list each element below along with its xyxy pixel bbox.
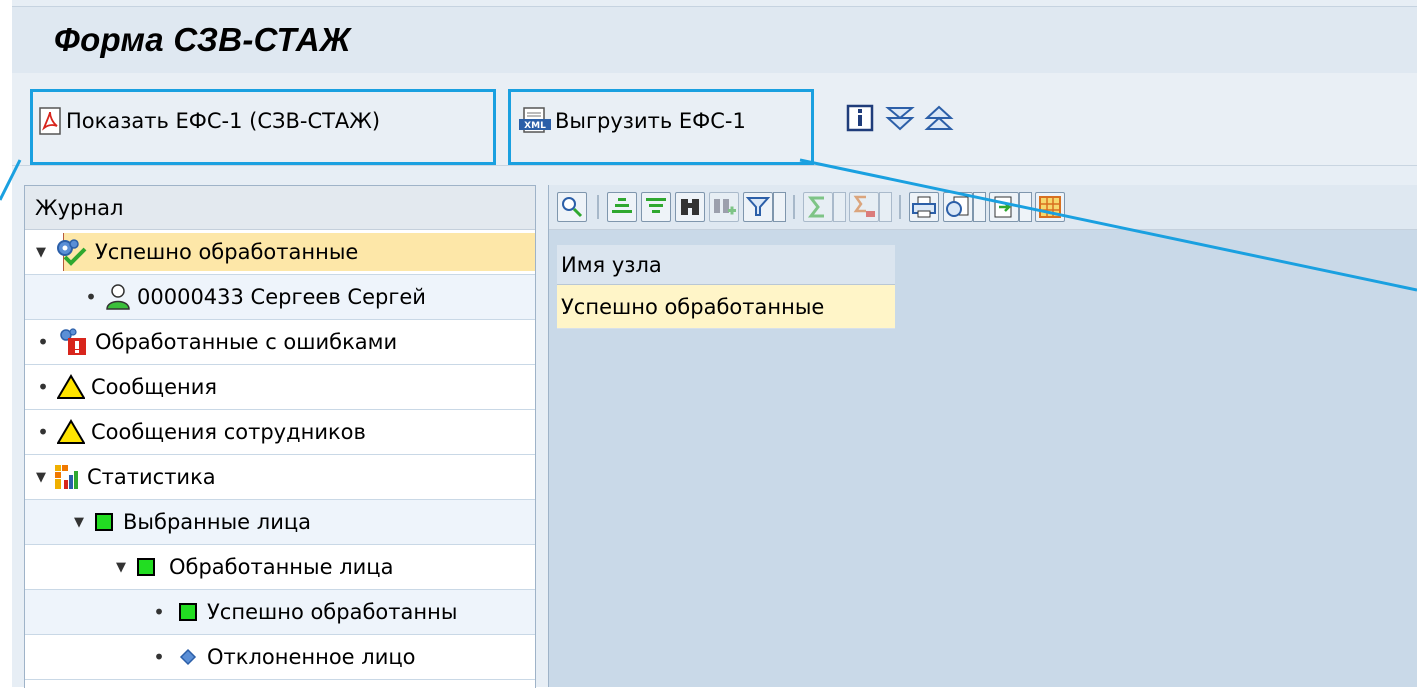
annotation-lines [0, 158, 1417, 292]
annotation-line-right [799, 158, 1417, 292]
annotation-line-left [0, 159, 22, 201]
